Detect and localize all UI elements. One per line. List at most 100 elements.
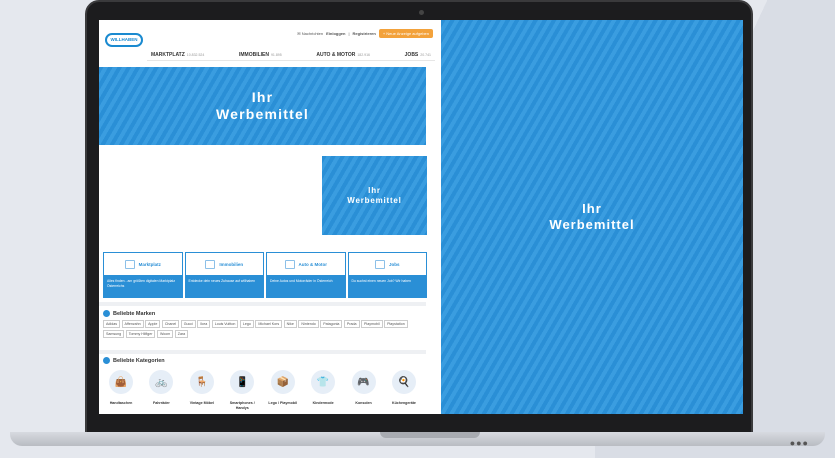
section-title: Beliebte Kategorien <box>113 357 165 364</box>
divider <box>99 302 426 306</box>
category-item[interactable]: 🪑 Vintage Möbel <box>184 370 220 410</box>
ad-banner-middle[interactable]: Ihr Werbemittel <box>322 156 427 235</box>
smartphone-icon: 📱 <box>230 370 255 394</box>
category-item[interactable]: 📱 Smartphones / Handys <box>224 370 260 410</box>
nav-label: JOBS <box>404 51 419 58</box>
kids-clothes-icon: 👕 <box>311 370 336 394</box>
categories-section: Beliebte Kategorien 👜 Handtaschen 🚲 Fahrräd… <box>99 357 426 410</box>
brand-tag[interactable]: Tommy Hilfiger <box>125 329 156 338</box>
nav-item-auto-motor[interactable]: AUTO & MOTOR 182.916 <box>316 52 370 58</box>
ad-banner-top[interactable]: Ihr Werbemittel <box>99 67 426 145</box>
brand-tag[interactable]: Chanel <box>161 320 180 328</box>
brand-tag[interactable]: Woom <box>156 329 174 338</box>
post-ad-button[interactable]: + Neue Anzeige aufgeben <box>378 29 433 38</box>
separator: | <box>348 31 350 36</box>
logo[interactable]: WILLHABEN <box>105 33 143 47</box>
base-notch <box>380 432 480 438</box>
laptop-frame: WILLHABEN ✉ Nachrichten Einloggen | Regi… <box>85 0 753 435</box>
brand-tag[interactable]: Samsung <box>103 329 125 338</box>
ad-text: Werbemittel <box>549 217 635 232</box>
grid-icon <box>103 357 110 364</box>
nav-label: MARKTPLATZ <box>151 51 185 58</box>
gamepad-icon: 🎮 <box>351 370 376 394</box>
category-cards: Marktplatz Alles finden - am größten dig… <box>103 252 427 298</box>
nav-label: AUTO & MOTOR <box>316 51 356 58</box>
category-label: Konsolen <box>355 401 372 405</box>
armchair-icon: 🪑 <box>189 370 214 394</box>
laptop-base <box>10 432 825 446</box>
kitchen-appliance-icon: 🍳 <box>391 370 416 394</box>
section-title: Beliebte Marken <box>113 310 156 317</box>
website: WILLHABEN ✉ Nachrichten Einloggen | Regi… <box>99 20 437 414</box>
brand-tag[interactable]: Michael Kors <box>255 320 283 328</box>
brand-tag[interactable]: Ikea <box>197 320 211 328</box>
brand-tags: Adidas Affenzahn Apple Chanel Gucci Ikea Louis… <box>99 317 426 338</box>
nav-item-jobs[interactable]: JOBS 20.741 <box>405 52 431 58</box>
category-item[interactable]: 🎮 Konsolen <box>346 370 382 410</box>
laptop-dots: ●●● <box>789 438 809 448</box>
category-item[interactable]: 🚲 Fahrräder <box>143 370 179 410</box>
brand-tag[interactable]: Playmobil <box>361 320 383 328</box>
ad-text: Ihr <box>582 201 602 216</box>
card-immobilien[interactable]: Immobilien Entdecke dein neues Zuhause a… <box>184 252 264 298</box>
toy-box-icon: 📦 <box>270 370 295 394</box>
brand-tag[interactable]: Nintendo <box>298 320 319 328</box>
brand-tag[interactable]: Adidas <box>103 320 120 328</box>
category-item[interactable]: 👜 Handtaschen <box>103 370 139 410</box>
brand-tag[interactable]: Apple <box>145 320 161 328</box>
messages-link[interactable]: ✉ Nachrichten <box>297 31 323 36</box>
card-marktplatz[interactable]: Marktplatz Alles finden - am größten dig… <box>103 252 183 298</box>
ad-text: Ihr <box>368 185 381 195</box>
brand-tag[interactable]: Lego <box>239 320 254 328</box>
card-text: Entdecke dein neues Zuhause auf willhabe… <box>185 275 263 297</box>
card-text: Du suchst einen neuen Job? Wir haben <box>348 275 426 297</box>
briefcase-icon <box>374 259 385 269</box>
tag-icon <box>103 310 110 317</box>
top-bar: WILLHABEN ✉ Nachrichten Einloggen | Regi… <box>99 20 437 48</box>
nav-count: 10.832.524 <box>186 52 205 57</box>
laptop-screen: WILLHABEN ✉ Nachrichten Einloggen | Regi… <box>99 20 743 414</box>
bicycle-icon: 🚲 <box>149 370 174 394</box>
nav-item-marktplatz[interactable]: MARKTPLATZ 10.832.524 <box>151 52 204 58</box>
card-text: Alles finden - am größten digitalen Mark… <box>104 275 182 297</box>
brand-tag[interactable]: Zara <box>174 329 189 338</box>
brands-section: Beliebte Marken Adidas Affenzahn Apple Chan… <box>99 310 426 338</box>
brand-tag[interactable]: Louis Vuitton <box>211 320 239 328</box>
category-item[interactable]: 🍳 Küchengeräte <box>386 370 422 410</box>
card-title: Immobilien <box>219 261 244 267</box>
category-label: Vintage Möbel <box>189 401 214 405</box>
handbag-icon: 👜 <box>109 370 133 394</box>
category-label: Fahrräder <box>153 401 170 405</box>
messages-label: Nachrichten <box>301 31 324 36</box>
house-icon <box>205 259 216 269</box>
nav-count: 182.916 <box>357 52 370 57</box>
category-label: Smartphones / Handys <box>229 401 255 410</box>
category-item[interactable]: 📦 Lego / Playmobil <box>265 370 301 410</box>
brand-tag[interactable]: Gucci <box>180 320 196 328</box>
category-item[interactable]: 👕 Kindermode <box>305 370 341 410</box>
brand-tag[interactable]: Affenzahn <box>121 320 144 328</box>
ad-text: Ihr <box>251 89 274 105</box>
nav-item-immobilien[interactable]: IMMOBILIEN 91.895 <box>239 52 282 58</box>
card-jobs[interactable]: Jobs Du suchst einen neuen Job? Wir habe… <box>347 252 427 298</box>
car-icon <box>284 259 295 269</box>
category-label: Lego / Playmobil <box>268 401 297 405</box>
camera-icon <box>419 10 424 15</box>
brand-tag[interactable]: Playstation <box>384 320 408 328</box>
category-label: Handtaschen <box>109 401 133 405</box>
brand-tag[interactable]: Nike <box>283 320 297 328</box>
brand-tag[interactable]: Patagonia <box>320 320 343 328</box>
brand-tag[interactable]: Prada <box>343 320 360 328</box>
category-label: Küchengeräte <box>391 401 416 405</box>
login-link[interactable]: Einloggen <box>326 31 345 36</box>
ad-skyscraper[interactable]: Ihr Werbemittel <box>441 20 743 414</box>
card-title: Marktplatz <box>138 261 161 267</box>
top-links: ✉ Nachrichten Einloggen | Registrieren +… <box>297 29 433 38</box>
marketplace-icon <box>124 259 135 269</box>
card-auto-motor[interactable]: Auto & Motor Deine Autos und Motorräder … <box>266 252 346 298</box>
card-title: Jobs <box>388 261 400 267</box>
nav-count: 20.741 <box>420 52 431 57</box>
register-link[interactable]: Registrieren <box>353 31 376 36</box>
card-text: Deine Autos und Motorräder in Österreich <box>267 275 345 297</box>
ad-text: Werbemittel <box>347 195 402 205</box>
